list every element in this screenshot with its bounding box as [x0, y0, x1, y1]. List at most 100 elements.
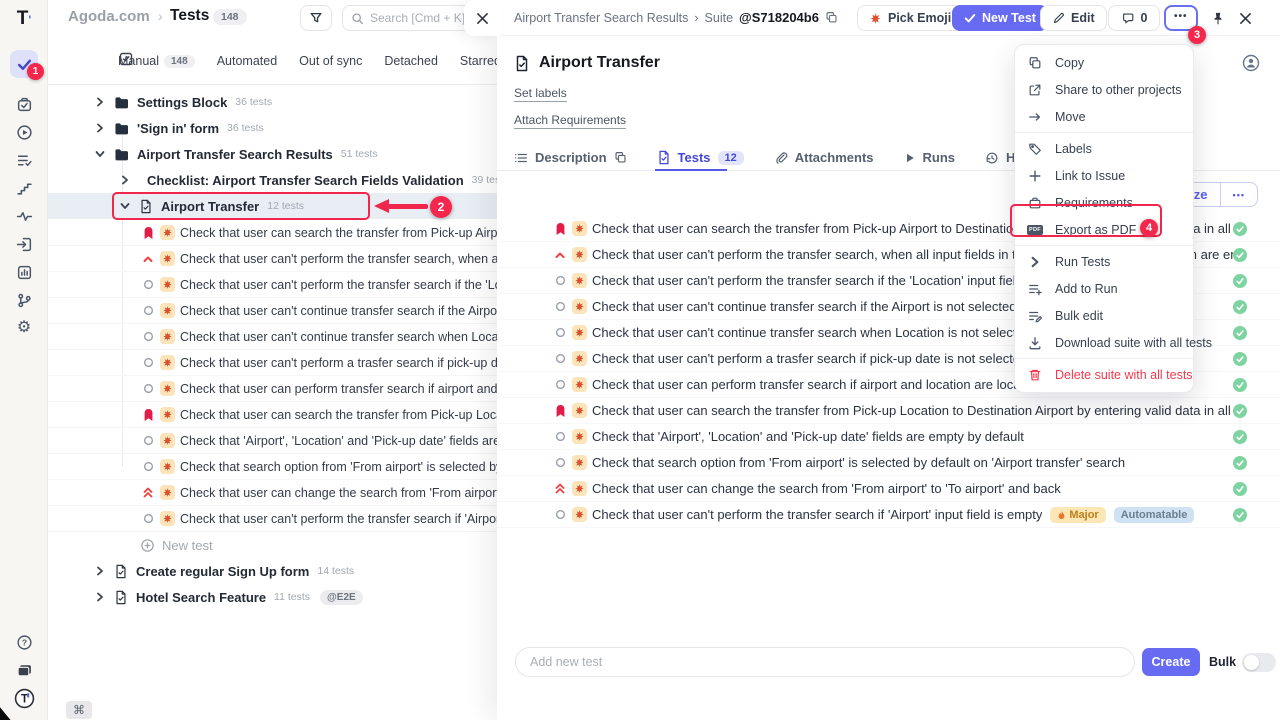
test-row[interactable]: Check that search option from 'From airp…: [497, 450, 1280, 476]
chevron-right-icon[interactable]: [120, 175, 130, 185]
test-row[interactable]: Check that user can search the transfer …: [497, 398, 1280, 424]
new-test-row[interactable]: New test: [48, 532, 497, 558]
menu-item-download-suite[interactable]: Download suite with all tests: [1015, 329, 1193, 356]
tab-detached[interactable]: Detached: [384, 54, 438, 68]
bulk-label: Bulk: [1209, 655, 1236, 669]
comments-button[interactable]: 0: [1108, 5, 1160, 31]
test-row[interactable]: Check that 'Airport', 'Location' and 'Pi…: [497, 424, 1280, 450]
menu-item-bulk-edit[interactable]: Bulk edit: [1015, 302, 1193, 329]
priority-normal-icon: [555, 275, 566, 286]
copy-icon[interactable]: [825, 11, 838, 24]
tree-test-item[interactable]: Check that user can change the search fr…: [48, 480, 497, 506]
help-icon[interactable]: ?: [10, 628, 38, 656]
priority-high-icon: [142, 253, 154, 265]
tab-attachments[interactable]: Attachments: [774, 145, 874, 170]
select-all-icon[interactable]: [118, 51, 134, 70]
breadcrumb-parent[interactable]: Airport Transfer Search Results: [514, 11, 688, 25]
svg-text:?: ?: [21, 637, 26, 647]
menu-divider: [1015, 132, 1193, 133]
filter-button[interactable]: [300, 5, 332, 31]
search-icon: [351, 12, 364, 25]
tree-test-item[interactable]: Check that user can't continue transfer …: [48, 298, 497, 324]
breadcrumb-section[interactable]: Tests: [170, 7, 209, 25]
priority-important-icon: [554, 404, 567, 418]
steps-icon[interactable]: [10, 174, 38, 202]
tree-test-item[interactable]: Check that 'Airport', 'Location' and 'Pi…: [48, 428, 497, 454]
menu-item-delete-suite[interactable]: Delete suite with all tests: [1015, 361, 1193, 388]
new-test-button[interactable]: New Test: [952, 5, 1048, 31]
menu-item-share[interactable]: Share to other projects: [1015, 76, 1193, 103]
menu-item-link-to-issue[interactable]: Link to Issue: [1015, 162, 1193, 189]
test-title: Check that user can search the transfer …: [180, 226, 497, 240]
priority-critical-icon: [142, 486, 154, 499]
tree-test-item[interactable]: Check that user can't perform the transf…: [48, 272, 497, 298]
priority-normal-icon: [555, 301, 566, 312]
tree-test-item[interactable]: Check that user can search the transfer …: [48, 402, 497, 428]
add-test-footer: Create Bulk: [497, 647, 1280, 679]
app-logo[interactable]: T': [11, 8, 37, 32]
create-button[interactable]: Create: [1142, 648, 1200, 676]
manual-count: 148: [164, 55, 195, 68]
tab-out-of-sync[interactable]: Out of sync: [299, 54, 362, 68]
tab-tests[interactable]: Tests 12: [657, 145, 744, 170]
tab-automated[interactable]: Automated: [217, 54, 277, 68]
chevron-right-icon[interactable]: [95, 97, 105, 107]
tab-description[interactable]: Description: [514, 145, 627, 170]
tree-test-item[interactable]: Check that user can perform transfer sea…: [48, 376, 497, 402]
menu-item-add-to-run[interactable]: Add to Run: [1015, 275, 1193, 302]
test-row[interactable]: Check that user can change the search fr…: [497, 476, 1280, 502]
tree-test-item[interactable]: Check that user can't perform the transf…: [48, 506, 497, 532]
attach-requirements-link[interactable]: Attach Requirements: [514, 113, 626, 129]
play-circle-icon[interactable]: [10, 118, 38, 146]
tab-starred[interactable]: Starred: [460, 54, 497, 68]
test-title: Check that user can search the transfer …: [180, 408, 497, 422]
tree-folder-settings-block[interactable]: Settings Block 36 tests: [48, 89, 497, 115]
priority-normal-icon: [555, 353, 566, 364]
tree-folder-airport-transfer-search-results[interactable]: Airport Transfer Search Results 51 tests: [48, 141, 497, 167]
edit-button[interactable]: Edit: [1040, 5, 1107, 31]
tree-test-item[interactable]: Check that user can't continue transfer …: [48, 324, 497, 350]
tree-test-item[interactable]: Check that user can't perform the transf…: [48, 246, 497, 272]
test-title: Check that user can perform transfer sea…: [180, 382, 497, 396]
breadcrumb-project[interactable]: Agoda.com: [68, 8, 150, 25]
bar-chart-icon[interactable]: [10, 258, 38, 286]
tab-runs[interactable]: Runs: [904, 145, 956, 170]
branch-icon[interactable]: [10, 286, 38, 314]
activity-icon[interactable]: [10, 202, 38, 230]
chevron-right-icon[interactable]: [95, 123, 105, 133]
set-labels-link[interactable]: Set labels: [514, 86, 567, 102]
folder-label: Checklist: Airport Transfer Search Field…: [147, 173, 464, 188]
suitcase-check-icon[interactable]: [10, 90, 38, 118]
tree-folder-checklist[interactable]: Checklist: Airport Transfer Search Field…: [48, 167, 497, 193]
chevron-right-icon[interactable]: [95, 592, 105, 602]
brand-logo-icon[interactable]: T: [10, 684, 38, 712]
list-more-button[interactable]: •••: [1220, 183, 1257, 206]
test-row[interactable]: Check that user can't perform the transf…: [497, 502, 1280, 528]
copy-icon[interactable]: [614, 151, 627, 164]
chevron-right-icon[interactable]: [95, 566, 105, 576]
tree-suite-hotel-search[interactable]: Hotel Search Feature 11 tests @E2E: [48, 584, 497, 610]
close-panel-button[interactable]: [1235, 5, 1256, 31]
menu-item-run-tests[interactable]: Run Tests: [1015, 248, 1193, 275]
import-icon[interactable]: [10, 230, 38, 258]
menu-item-labels[interactable]: Labels: [1015, 135, 1193, 162]
pin-button[interactable]: [1207, 5, 1229, 31]
chevron-down-icon[interactable]: [95, 149, 105, 159]
tree-folder-sign-in-form[interactable]: 'Sign in' form 36 tests: [48, 115, 497, 141]
collision-emoji: [160, 355, 175, 370]
pick-emoji-button[interactable]: Pick Emoji: [857, 5, 963, 31]
close-icon[interactable]: [476, 12, 489, 25]
tree-test-item[interactable]: Check that user can't perform a trasfer …: [48, 350, 497, 376]
tree-test-item[interactable]: Check that user can search the transfer …: [48, 220, 497, 246]
bulk-toggle[interactable]: [1242, 653, 1276, 672]
gear-icon[interactable]: ⚙: [10, 314, 38, 342]
add-new-test-input[interactable]: [515, 647, 1135, 677]
assignee-avatar-icon[interactable]: [1242, 54, 1260, 77]
menu-item-move[interactable]: Move: [1015, 103, 1193, 130]
list-check-icon[interactable]: [10, 146, 38, 174]
tree-suite-create-sign-up[interactable]: Create regular Sign Up form 14 tests: [48, 558, 497, 584]
video-library-icon[interactable]: [10, 656, 38, 684]
menu-item-copy[interactable]: Copy: [1015, 49, 1193, 76]
tree-test-item[interactable]: Check that search option from 'From airp…: [48, 454, 497, 480]
collision-emoji: [572, 507, 587, 522]
